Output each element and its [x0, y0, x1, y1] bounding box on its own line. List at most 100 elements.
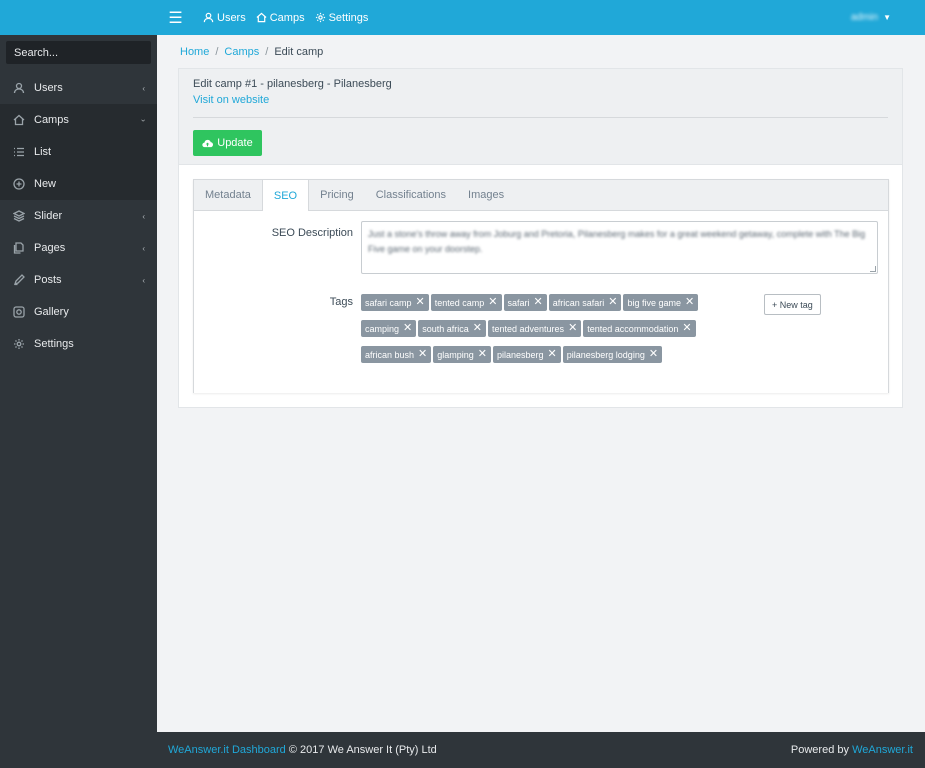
cloud-upload-icon: [202, 139, 214, 147]
remove-tag-icon[interactable]: ✕: [418, 349, 427, 360]
top-link-label: Users: [217, 11, 246, 24]
remove-tag-icon[interactable]: ✕: [473, 323, 482, 334]
layers-icon: [13, 210, 25, 222]
tabs-container: Metadata SEO Pricing Classifications Ima…: [193, 179, 889, 393]
chevron-left-icon: ‹: [142, 275, 145, 285]
search-input[interactable]: Search...: [6, 41, 151, 64]
update-button-label: Update: [217, 137, 253, 149]
footer-copyright: © 2017 We Answer It (Pty) Ltd: [288, 744, 437, 756]
remove-tag-icon[interactable]: ✕: [403, 323, 412, 334]
gear-icon: [315, 12, 325, 23]
tag-label: pilanesberg: [497, 349, 544, 360]
tag: safari ✕: [503, 294, 547, 311]
tag: big five game ✕: [623, 294, 699, 311]
top-link-camps[interactable]: Camps: [256, 12, 305, 24]
remove-tag-icon[interactable]: ✕: [568, 323, 577, 334]
image-icon: [13, 306, 25, 318]
top-link-users[interactable]: Users: [203, 12, 246, 24]
tag: african bush ✕: [361, 346, 432, 363]
sidebar-item-posts[interactable]: Posts ‹: [0, 264, 157, 296]
sidebar-item-users[interactable]: Users ‹: [0, 72, 157, 104]
new-tag-button[interactable]: + New tag: [764, 294, 821, 315]
top-navbar: ☰ Users Camps Settings admin ▼: [157, 0, 925, 35]
footer-powered-by: Powered by: [790, 744, 853, 756]
seo-description-textarea[interactable]: Just a stone's throw away from Joburg an…: [361, 221, 878, 274]
tag-label: camping: [365, 323, 400, 334]
tag: tented accommodation ✕: [583, 320, 696, 337]
home-icon: [13, 114, 25, 126]
tag: tented camp ✕: [430, 294, 502, 311]
tag-label: african bush: [365, 349, 415, 360]
tab-seo[interactable]: SEO: [261, 180, 310, 212]
remove-tag-icon[interactable]: ✕: [682, 323, 691, 334]
top-link-settings[interactable]: Settings: [315, 12, 368, 24]
remove-tag-icon[interactable]: ✕: [685, 297, 694, 308]
remove-tag-icon[interactable]: ✕: [416, 297, 425, 308]
breadcrumb-home[interactable]: Home: [180, 46, 209, 58]
seo-description-label: SEO Description: [271, 227, 353, 239]
remove-tag-icon[interactable]: ✕: [548, 349, 557, 360]
breadcrumb-camps[interactable]: Camps: [224, 46, 259, 58]
tab-classifications[interactable]: Classifications: [365, 180, 457, 210]
card-header: Edit camp #1 - pilanesberg - Pilanesberg…: [179, 69, 902, 165]
breadcrumb: Home / Camps / Edit camp: [180, 46, 323, 58]
tag-label: big five game: [627, 297, 682, 308]
footer-left: WeAnswer.it Dashboard © 2017 We Answer I…: [168, 744, 437, 756]
tag: glamping ✕: [433, 346, 491, 363]
divider: [193, 117, 888, 118]
hamburger-icon[interactable]: ☰: [158, 0, 193, 35]
visit-website-link[interactable]: Visit on website: [193, 94, 888, 106]
tag: safari camp ✕: [361, 294, 429, 311]
footer: WeAnswer.it Dashboard © 2017 We Answer I…: [157, 732, 925, 768]
sidebar-item-settings[interactable]: Settings: [0, 328, 157, 360]
chevron-left-icon: ‹: [142, 83, 145, 93]
tags-list: safari camp ✕ tented camp ✕ safari ✕ africa…: [361, 294, 751, 372]
sidebar-item-label: Settings: [34, 338, 74, 350]
tab-metadata[interactable]: Metadata: [194, 180, 262, 210]
user-name: admin: [850, 12, 879, 23]
card-title: Edit camp #1 - pilanesberg - Pilanesberg: [193, 78, 392, 90]
tab-pricing[interactable]: Pricing: [309, 180, 365, 210]
chevron-left-icon: ‹: [142, 211, 145, 221]
user-icon: [203, 12, 214, 23]
plus-circle-icon: [13, 178, 25, 190]
chevron-left-icon: ‹: [142, 243, 145, 253]
resize-handle[interactable]: [870, 266, 876, 272]
tag-label: glamping: [437, 349, 474, 360]
tag-label: safari camp: [365, 297, 412, 308]
sidebar-item-new[interactable]: New: [0, 168, 157, 200]
remove-tag-icon[interactable]: ✕: [608, 297, 617, 308]
tag: pilanesberg lodging ✕: [562, 346, 663, 363]
sidebar-item-gallery[interactable]: Gallery: [0, 296, 157, 328]
chevron-down-icon: ›: [139, 118, 149, 122]
sidebar-item-camps[interactable]: Camps ›: [0, 104, 157, 136]
remove-tag-icon[interactable]: ✕: [649, 349, 658, 360]
footer-brand-link[interactable]: WeAnswer.it Dashboard: [168, 744, 286, 756]
tag-label: pilanesberg lodging: [566, 349, 645, 360]
camps-subnav: List New: [0, 136, 157, 200]
user-dropdown[interactable]: admin ▼: [851, 12, 891, 23]
tab-images[interactable]: Images: [457, 180, 515, 210]
sidebar-item-label: Slider: [34, 210, 63, 222]
sidebar-item-label: Users: [34, 82, 63, 94]
tag: african safari ✕: [548, 294, 622, 311]
tag: camping ✕: [361, 320, 417, 337]
tags-label: Tags: [329, 296, 353, 308]
tag-label: tented camp: [434, 297, 485, 308]
sidebar-item-label: List: [34, 146, 52, 158]
remove-tag-icon[interactable]: ✕: [478, 349, 487, 360]
sidebar-item-slider[interactable]: Slider ‹: [0, 200, 157, 232]
footer-powered-link[interactable]: WeAnswer.it: [852, 744, 913, 756]
breadcrumb-current: Edit camp: [274, 46, 324, 58]
footer-right: Powered by WeAnswer.it: [791, 744, 913, 756]
home-icon: [256, 12, 267, 23]
remove-tag-icon[interactable]: ✕: [488, 297, 497, 308]
sidebar-item-label: Gallery: [34, 306, 69, 318]
remove-tag-icon[interactable]: ✕: [534, 297, 543, 308]
breadcrumb-separator: /: [265, 46, 269, 58]
gear-icon: [13, 338, 25, 350]
tag-label: safari: [507, 297, 530, 308]
sidebar-item-pages[interactable]: Pages ‹: [0, 232, 157, 264]
update-button[interactable]: Update: [193, 130, 262, 156]
sidebar-item-list[interactable]: List: [0, 136, 157, 168]
